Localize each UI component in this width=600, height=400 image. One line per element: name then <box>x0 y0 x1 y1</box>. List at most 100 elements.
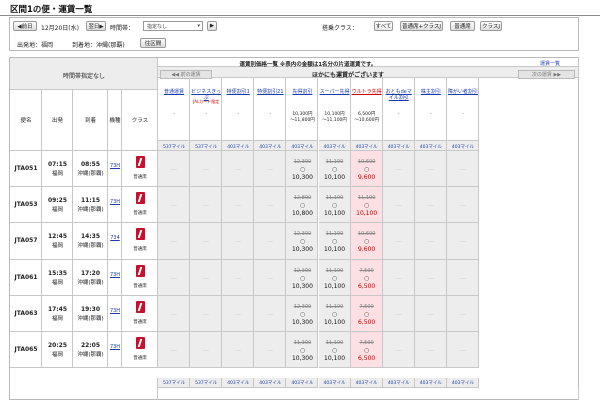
mile-label: 403マイル <box>323 145 346 150</box>
fare-unavailable-mark: — <box>459 238 466 246</box>
fare-name-link[interactable]: 障がい者割引 <box>447 89 479 95</box>
jal-logo-icon <box>136 264 145 277</box>
fare-name-link[interactable]: 株主割引 <box>415 89 447 95</box>
fare-name-link[interactable]: おともdeマイル割引 <box>383 89 415 101</box>
mile-label-bottom: 403マイル <box>451 381 474 386</box>
fare-price[interactable]: 10,100 <box>319 246 351 253</box>
fare-price[interactable]: 10,100 <box>351 210 383 217</box>
departure-time: 07:15 <box>47 161 68 168</box>
aircraft-link[interactable]: 73H <box>108 272 122 278</box>
fare-price[interactable]: 6,500 <box>351 283 383 290</box>
fare-price[interactable]: 10,300 <box>286 174 318 181</box>
fare-name-link[interactable]: スーパー先得 <box>319 89 351 95</box>
reverse-route-button[interactable]: 往区間 <box>140 38 166 48</box>
fare-price-range: - <box>430 112 432 117</box>
fare-price[interactable]: 10,100 <box>319 210 351 217</box>
fare-unavailable-mark: — <box>427 202 434 210</box>
fare-unavailable-mark: — <box>395 310 402 318</box>
time-go-button[interactable]: ▶ <box>207 21 217 31</box>
mile-label: 403マイル <box>451 145 474 150</box>
fare-price[interactable]: 9,600 <box>351 174 383 181</box>
fare-unavailable-mark: — <box>171 347 178 354</box>
fare-unavailable-mark: — <box>235 274 242 282</box>
fare-header-cell <box>382 78 415 141</box>
fare-header-cell <box>254 78 287 141</box>
availability-mark: ○ <box>331 166 338 173</box>
flight-number: JTA061 <box>14 273 38 281</box>
fare-price[interactable]: 10,100 <box>319 355 351 362</box>
fare-regular-price: 11,100 <box>325 340 344 346</box>
time-select[interactable]: 指定なし ▾ <box>143 21 203 31</box>
table-row-cell <box>108 295 122 332</box>
fare-price[interactable]: 10,800 <box>286 210 318 217</box>
aircraft-link[interactable]: 73H <box>108 163 122 169</box>
fare-unavailable-mark: — <box>459 310 466 318</box>
fare-unavailable-mark: — <box>203 310 210 318</box>
aircraft-link[interactable]: 73H <box>108 199 122 205</box>
fare-list-link[interactable]: 運賃一覧 <box>525 60 575 67</box>
fare-unavailable-mark: — <box>459 166 466 173</box>
class-all-button[interactable]: すべて <box>374 21 393 31</box>
aircraft-link[interactable]: 73H <box>108 308 122 314</box>
fare-unavailable-mark: — <box>459 347 466 354</box>
fare-regular-price: 11,300 <box>293 340 312 346</box>
aircraft-link[interactable]: 73H <box>108 344 122 350</box>
class-normal-j-button[interactable]: 普通席+クラスJ <box>400 21 443 31</box>
fare-price[interactable]: 9,600 <box>351 246 383 253</box>
fare-price[interactable]: 10,300 <box>286 246 318 253</box>
class-j-button[interactable]: クラスJ <box>480 21 502 31</box>
aircraft-link[interactable]: 734 <box>108 235 122 241</box>
class-name: 普通席 <box>133 247 147 253</box>
fare-price-range: 10,100円 〜11,100円 <box>322 112 347 123</box>
fare-price[interactable]: 6,500 <box>351 319 383 326</box>
fare-regular-price: 10,600 <box>357 231 376 238</box>
mile-label: 403マイル <box>387 145 410 150</box>
fare-price[interactable]: 10,300 <box>286 319 318 326</box>
fare-unavailable-mark: — <box>235 347 242 354</box>
arrival-airport: 沖縄(那覇) <box>77 315 104 322</box>
prev-day-button[interactable]: ◀前日 <box>13 21 37 31</box>
class-name: 普通席 <box>133 319 147 325</box>
fare-unavailable-mark: — <box>459 274 466 282</box>
fare-price[interactable]: 10,100 <box>319 283 351 290</box>
fare-price[interactable]: 10,100 <box>319 174 351 181</box>
fare-unavailable-mark: — <box>427 166 434 173</box>
fare-unavailable-mark: — <box>235 166 242 173</box>
departure-time: 20:25 <box>47 342 68 349</box>
availability-mark: ○ <box>299 310 306 318</box>
mile-label-bottom: 537マイル <box>163 381 186 386</box>
next-fares-button[interactable]: 次の運賃 ▶▶ <box>518 70 575 79</box>
fare-unavailable-mark: — <box>395 166 402 173</box>
departure-time: 17:45 <box>47 305 68 313</box>
fare-unavailable-mark: — <box>459 202 466 210</box>
flight-number: JTA051 <box>14 165 38 172</box>
next-day-button[interactable]: 翌日▶ <box>86 21 106 31</box>
table-row-cell <box>108 151 122 188</box>
fare-regular-price: 12,800 <box>293 195 312 202</box>
fare-name-link[interactable]: 先得割引 <box>286 89 318 95</box>
availability-mark: ○ <box>299 166 306 173</box>
availability-mark: ○ <box>299 274 306 282</box>
class-normal-button[interactable]: 普通席 <box>450 21 475 31</box>
fare-unavailable-mark: — <box>171 310 178 318</box>
fare-price[interactable]: 10,300 <box>286 283 318 290</box>
fare-unavailable-mark: — <box>427 347 434 354</box>
fare-price[interactable]: 10,300 <box>286 355 318 362</box>
fare-unavailable-mark: — <box>267 202 274 210</box>
departure-airport: 福岡 <box>51 171 63 177</box>
fare-name-link[interactable]: 特便割引21 <box>254 89 286 95</box>
fare-unavailable-mark: — <box>203 347 210 354</box>
fare-note: JALカード限定 <box>193 99 220 104</box>
fare-name-link[interactable]: 普通運賃 <box>158 89 190 95</box>
time-unspecified-label: 時間帯指定なし <box>62 73 105 80</box>
fare-name-link[interactable]: 特便割引1 <box>222 89 254 95</box>
fare-unavailable-mark: — <box>203 166 210 173</box>
flight-number: JTA065 <box>14 346 38 353</box>
mile-label-bottom: 403マイル <box>291 381 314 386</box>
flight-number: JTA057 <box>14 237 38 245</box>
fare-unavailable-mark: — <box>395 202 402 210</box>
fare-name-link[interactable]: ウルトラ先得 <box>351 89 383 95</box>
fare-price[interactable]: 10,100 <box>319 319 351 326</box>
fare-price[interactable]: 6,500 <box>351 355 383 362</box>
time-label: 時間帯： <box>110 25 135 32</box>
